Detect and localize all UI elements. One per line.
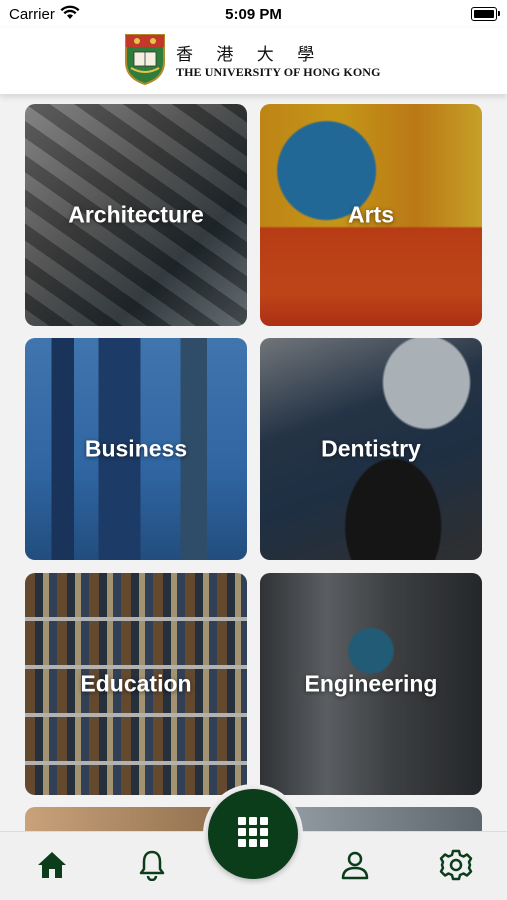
gear-icon xyxy=(439,848,473,887)
faculty-label: Engineering xyxy=(304,670,438,697)
grid-icon xyxy=(237,816,269,853)
faculty-label: Arts xyxy=(347,201,394,228)
battery-icon xyxy=(471,7,500,21)
faculty-label: Dentistry xyxy=(321,435,421,462)
menu-grid-button[interactable] xyxy=(208,789,298,879)
faculty-tile-arts[interactable]: Arts xyxy=(260,104,482,326)
university-name-chinese: 香 港 大 學 xyxy=(176,45,324,65)
notifications-tab[interactable] xyxy=(132,849,172,885)
clock: 5:09 PM xyxy=(225,6,282,23)
app-header: 香 港 大 學 THE UNIVERSITY OF HONG KONG xyxy=(0,28,507,94)
university-name-english: THE UNIVERSITY OF HONG KONG xyxy=(176,65,381,79)
faculty-tile-business[interactable]: Business xyxy=(25,338,247,560)
status-bar: Carrier 5:09 PM xyxy=(0,0,507,28)
faculty-label: Education xyxy=(80,670,192,697)
faculty-tile-dentistry[interactable]: Dentistry xyxy=(260,338,482,560)
profile-tab[interactable] xyxy=(335,849,375,885)
hku-crest-icon xyxy=(123,32,167,91)
faculty-grid: Architecture Arts Business Dentistry Edu… xyxy=(0,94,507,834)
faculty-label: Architecture xyxy=(68,201,204,228)
settings-tab[interactable] xyxy=(436,849,476,885)
faculty-tile-engineering[interactable]: Engineering xyxy=(260,573,482,795)
bell-icon xyxy=(138,849,166,886)
faculty-tile-architecture[interactable]: Architecture xyxy=(25,104,247,326)
user-icon xyxy=(340,850,370,885)
faculty-label: Business xyxy=(84,435,188,462)
home-icon xyxy=(36,850,68,885)
home-tab[interactable] xyxy=(32,849,72,885)
faculty-tile-education[interactable]: Education xyxy=(25,573,247,795)
